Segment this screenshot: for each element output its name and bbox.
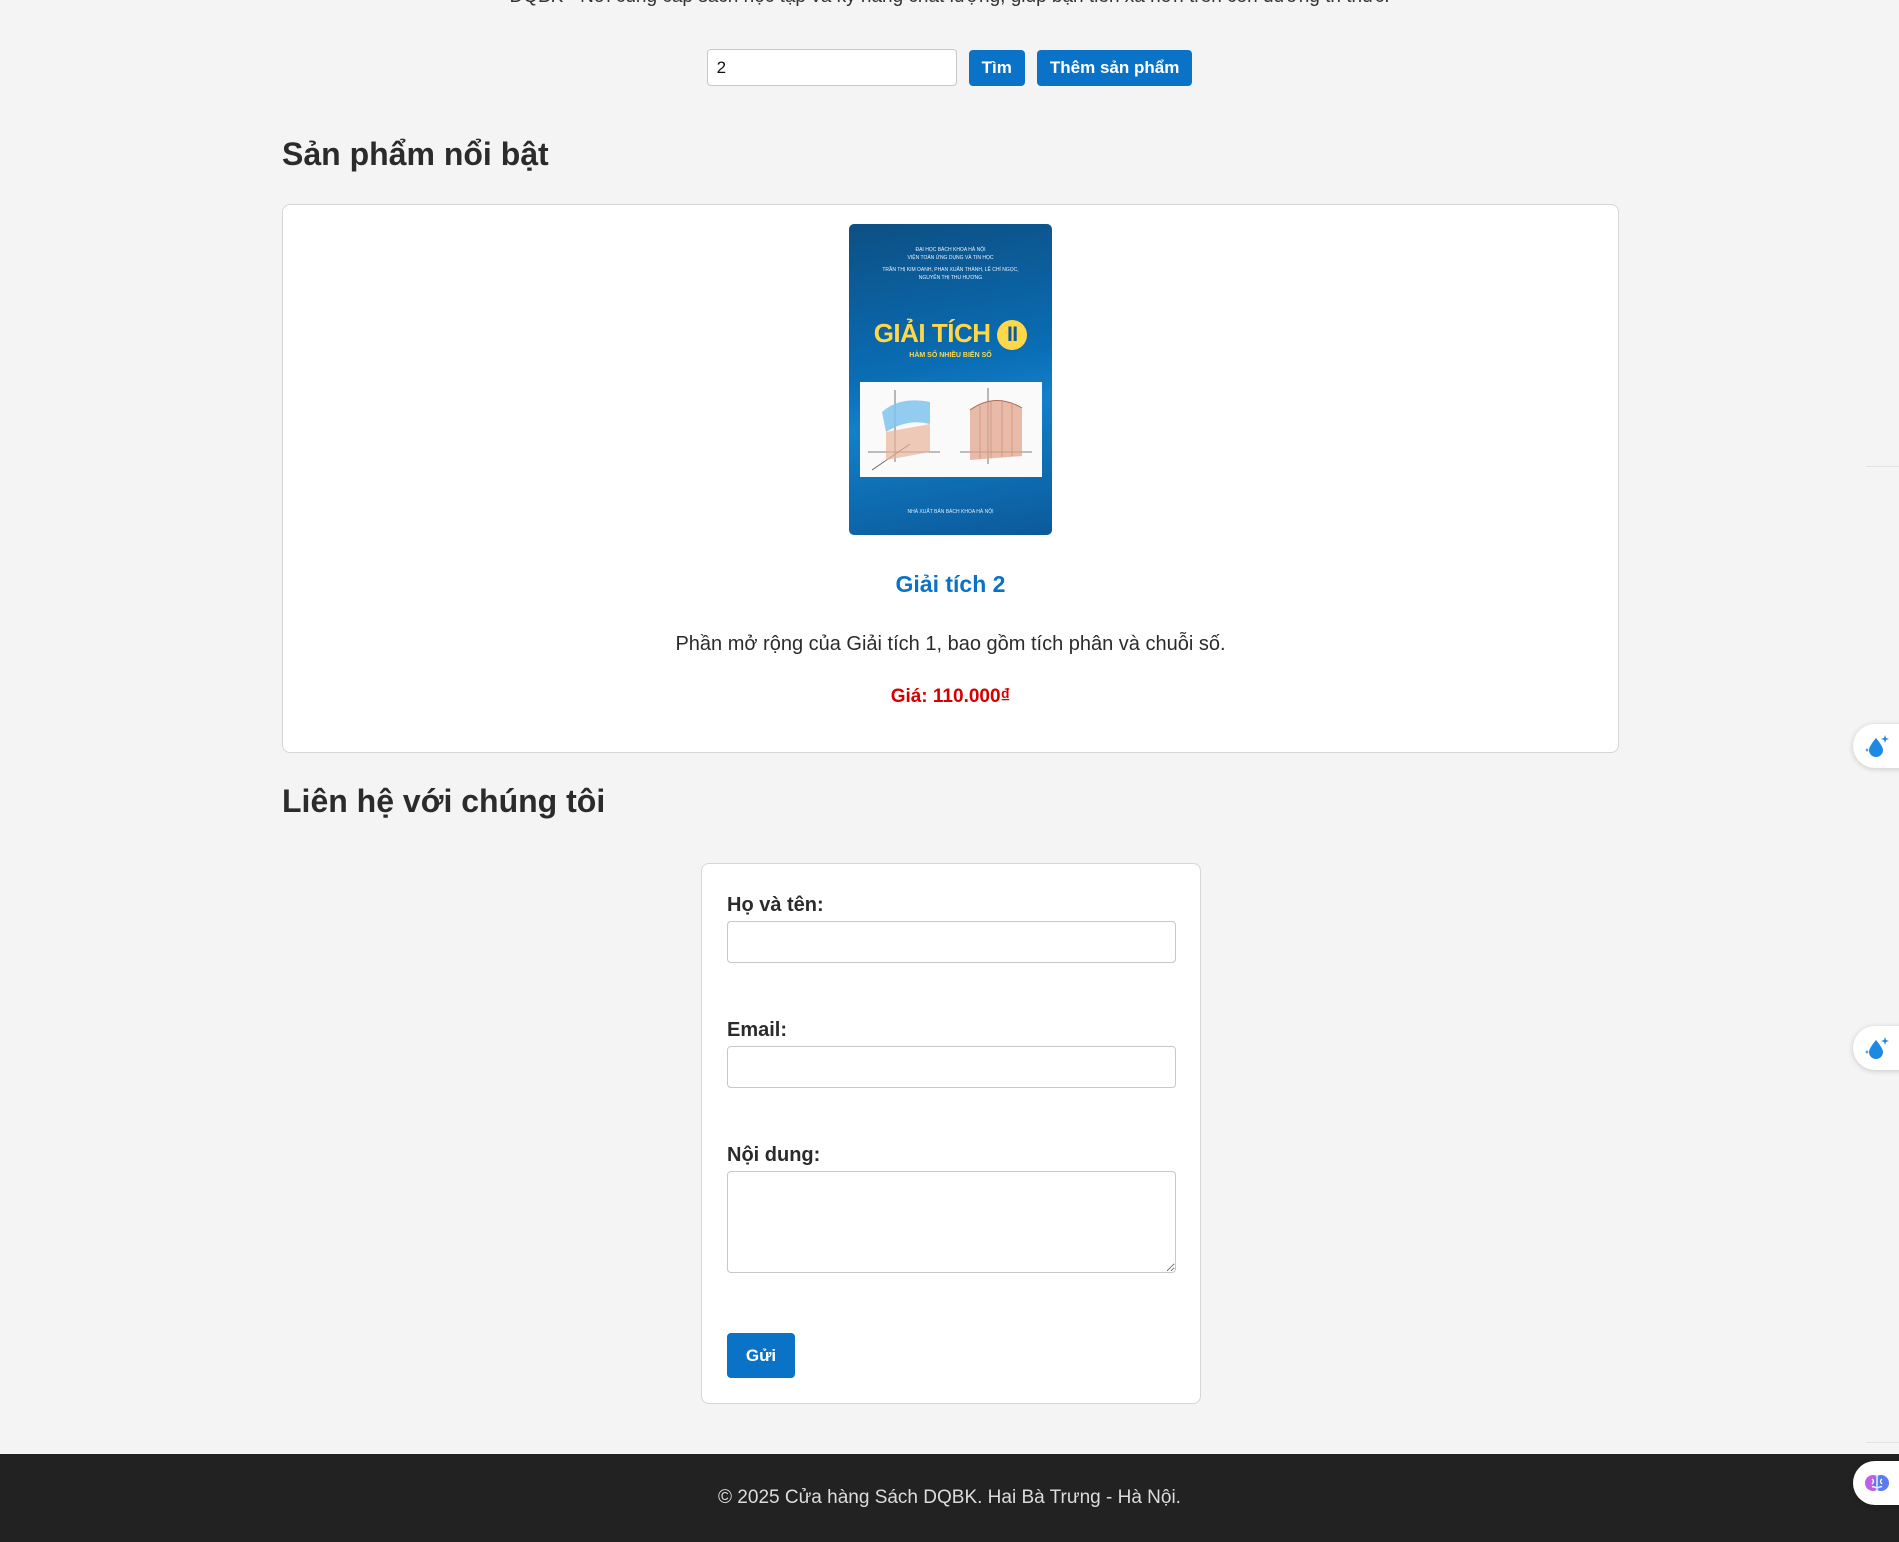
cover-subtitle: HÀM SỐ NHIỀU BIẾN SỐ bbox=[909, 352, 992, 359]
submit-button[interactable]: Gửi bbox=[727, 1333, 795, 1378]
contact-section-title: Liên hệ với chúng tôi bbox=[282, 783, 606, 819]
search-bar: Tìm Thêm sản phẩm bbox=[0, 49, 1899, 86]
message-textarea[interactable] bbox=[727, 1171, 1176, 1273]
message-label: Nội dung: bbox=[727, 1144, 821, 1166]
brain-icon[interactable] bbox=[1853, 1461, 1899, 1505]
footer: © 2025 Cửa hàng Sách DQBK. Hai Bà Trưng … bbox=[0, 1454, 1899, 1542]
name-label: Họ và tên: bbox=[727, 894, 824, 916]
contact-form: Họ và tên: Email: Nội dung: Gửi bbox=[701, 863, 1201, 1404]
footer-text: © 2025 Cửa hàng Sách DQBK. Hai Bà Trưng … bbox=[718, 1487, 1181, 1508]
cover-header: ĐẠI HỌC BÁCH KHOA HÀ NỘI VIỆN TOÁN ỨNG D… bbox=[882, 247, 1019, 281]
water-drop-sparkle-icon[interactable] bbox=[1853, 1026, 1899, 1070]
product-price: Giá: 110.000₫ bbox=[890, 686, 1011, 707]
email-field[interactable] bbox=[727, 1046, 1176, 1088]
email-label: Email: bbox=[727, 1019, 788, 1041]
product-image[interactable]: ĐẠI HỌC BÁCH KHOA HÀ NỘI VIỆN TOÁN ỨNG D… bbox=[849, 224, 1052, 535]
name-field[interactable] bbox=[727, 921, 1176, 963]
search-button[interactable]: Tìm bbox=[968, 49, 1025, 86]
search-input[interactable] bbox=[706, 49, 957, 86]
cover-graph-illustration bbox=[860, 382, 1042, 477]
side-divider bbox=[1866, 1442, 1899, 1443]
product-description: Phần mở rộng của Giải tích 1, bao gồm tí… bbox=[675, 633, 1226, 655]
side-divider bbox=[1866, 466, 1899, 467]
cover-title: GIẢI TÍCH II bbox=[849, 318, 1052, 351]
product-name[interactable]: Giải tích 2 bbox=[283, 571, 1618, 598]
featured-section-title: Sản phẩm nổi bật bbox=[282, 136, 549, 172]
water-drop-sparkle-icon[interactable] bbox=[1853, 724, 1899, 768]
site-tagline: DQBK - Nơi cung cấp sách học tập và kỹ n… bbox=[0, 0, 1899, 8]
product-card: ĐẠI HỌC BÁCH KHOA HÀ NỘI VIỆN TOÁN ỨNG D… bbox=[282, 204, 1619, 753]
cover-publisher: NHÀ XUẤT BẢN BÁCH KHOA HÀ NỘI bbox=[907, 509, 994, 515]
add-product-button[interactable]: Thêm sản phẩm bbox=[1036, 49, 1193, 86]
